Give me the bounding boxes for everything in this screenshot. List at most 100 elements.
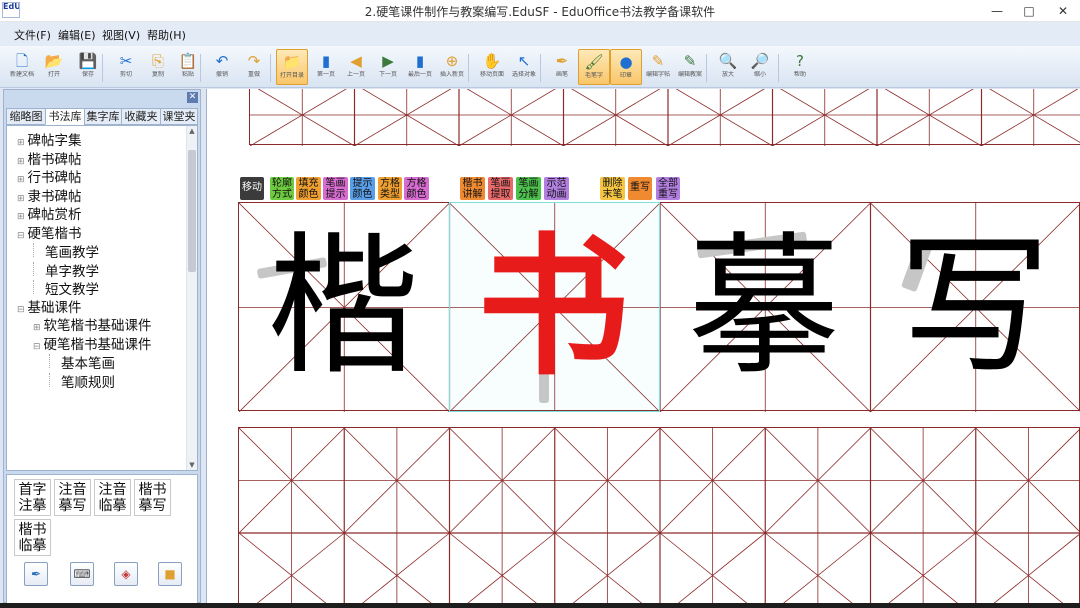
- tree-item[interactable]: ⊟ 基础课件: [17, 299, 82, 319]
- expand-icon[interactable]: [33, 243, 39, 257]
- chip-line2: 重写: [658, 189, 678, 200]
- tab-3[interactable]: 收藏夹: [121, 108, 161, 125]
- add-page-button[interactable]: ⊕ 插入新页: [436, 49, 468, 85]
- pointer-button[interactable]: ↖ 选择对象: [508, 49, 540, 85]
- cut-button[interactable]: ✂ 剪切: [110, 49, 142, 85]
- tab-4[interactable]: 课堂夹: [160, 108, 198, 125]
- practice-character[interactable]: 摹: [660, 203, 868, 411]
- copy-button[interactable]: ⎘ 复制: [142, 49, 174, 85]
- action-chip[interactable]: 方格 类型: [378, 177, 402, 200]
- action-chip[interactable]: 方格 颜色: [404, 177, 429, 200]
- action-chip[interactable]: 移动: [240, 177, 264, 200]
- edit-template-button[interactable]: ✎ 编辑字帖: [642, 49, 674, 85]
- expand-icon[interactable]: [33, 280, 39, 294]
- scroll-down-icon[interactable]: ▼: [187, 461, 197, 469]
- color-icon[interactable]: ■: [158, 562, 182, 586]
- minimize-button[interactable]: —: [982, 0, 1012, 22]
- page-first-button[interactable]: ▮ 第一页: [310, 49, 342, 85]
- scroll-up-icon[interactable]: ▲: [187, 127, 197, 135]
- action-chip[interactable]: 楷书 讲解: [460, 177, 485, 200]
- scroll-thumb[interactable]: [188, 150, 196, 272]
- save-button[interactable]: 💾 保存: [72, 49, 104, 85]
- action-chip[interactable]: 笔画 提取: [488, 177, 513, 200]
- template-thumbnail[interactable]: 注音 临摹: [94, 479, 131, 516]
- sidebar-close-icon[interactable]: ✕: [187, 92, 198, 103]
- fill-icon[interactable]: ◈: [114, 562, 138, 586]
- help-button[interactable]: ? 帮助: [784, 49, 816, 85]
- action-chip[interactable]: 填充 颜色: [296, 177, 321, 200]
- action-chip[interactable]: 笔画 提示: [323, 177, 348, 200]
- tree-item[interactable]: ⊟ 硬笔楷书: [17, 225, 82, 245]
- tree-item[interactable]: 笔画教学: [33, 243, 99, 262]
- redo-button[interactable]: ↷ 重做: [238, 49, 270, 85]
- tree-item[interactable]: 基本笔画: [49, 354, 115, 373]
- expand-icon[interactable]: ⊟: [17, 231, 25, 241]
- action-chip[interactable]: 轮廓 方式: [270, 177, 294, 200]
- action-chip[interactable]: 全部 重写: [656, 177, 680, 200]
- action-chip[interactable]: 删除 末笔: [600, 177, 625, 200]
- tree-scrollbar[interactable]: ▲ ▼: [186, 126, 197, 470]
- pen-button[interactable]: ✒ 画笔: [546, 49, 578, 85]
- tree-item[interactable]: 笔顺规则: [49, 372, 115, 392]
- tab-2[interactable]: 集字库: [84, 108, 122, 125]
- page-prev-button[interactable]: ◀ 上一页: [340, 49, 372, 85]
- toolbar-label: 打开目录: [279, 72, 304, 79]
- zoom-in-button[interactable]: 🔍 放大: [712, 49, 744, 85]
- action-chip[interactable]: 提示 颜色: [350, 177, 375, 200]
- tree-item[interactable]: ⊞ 碑帖字集: [17, 132, 82, 152]
- tab-1[interactable]: 书法库: [45, 108, 85, 125]
- tree-item[interactable]: 单字教学: [33, 261, 99, 281]
- expand-icon[interactable]: ⊞: [17, 212, 25, 222]
- practice-character[interactable]: 书: [450, 203, 658, 411]
- tree-item[interactable]: ⊞ 碑帖赏析: [17, 206, 82, 226]
- menu-edit[interactable]: 编辑(E): [58, 27, 96, 43]
- chip-line2: 颜色: [352, 189, 373, 200]
- page-next-button[interactable]: ▶ 下一页: [372, 49, 404, 85]
- menu-file[interactable]: 文件(F): [14, 27, 51, 43]
- new-file-button[interactable]: 🗋 新建文档: [6, 49, 38, 85]
- tree-item[interactable]: ⊞ 隶书碑帖: [17, 188, 82, 208]
- template-thumbnail[interactable]: 楷书 摹写: [134, 479, 171, 516]
- expand-icon[interactable]: [49, 354, 55, 368]
- stamp-button[interactable]: ● 印章: [610, 49, 642, 85]
- action-chip[interactable]: 示范 动画: [544, 177, 569, 200]
- template-thumbnail[interactable]: 首字 注摹: [14, 479, 51, 516]
- expand-icon[interactable]: ⊞: [17, 157, 25, 167]
- menu-view[interactable]: 视图(V): [102, 27, 140, 43]
- maximize-button[interactable]: □: [1014, 0, 1044, 22]
- practice-character[interactable]: 写: [871, 203, 1079, 411]
- tree-item[interactable]: ⊞ 行书碑帖: [17, 169, 82, 189]
- open-folder-button[interactable]: 📂 打开: [38, 49, 70, 85]
- hand-button[interactable]: ✋ 移动页面: [476, 49, 508, 85]
- practice-character[interactable]: 楷: [239, 203, 447, 411]
- zoom-out-button[interactable]: 🔎 缩小: [744, 49, 776, 85]
- tree-item[interactable]: ⊞ 软笔楷书基础课件: [33, 317, 152, 337]
- template-thumbnail[interactable]: 楷书 临摹: [14, 519, 51, 556]
- keyboard-icon[interactable]: ⌨: [70, 562, 94, 586]
- tree-item[interactable]: ⊞ 楷书碑帖: [17, 151, 82, 171]
- document-canvas[interactable]: 移动 轮廓 方式 填充 颜色 笔画 提示 提示 颜色 方格 类型 方格 颜色 楷书 讲解 笔画 提取 笔画 分解 示范…: [206, 89, 1080, 603]
- menu-help[interactable]: 帮助(H): [147, 27, 186, 43]
- action-chip[interactable]: 笔画 分解: [516, 177, 541, 200]
- page-last-button[interactable]: ▮ 最后一页: [404, 49, 436, 85]
- expand-icon[interactable]: ⊞: [33, 323, 41, 333]
- close-button[interactable]: ✕: [1048, 0, 1078, 22]
- action-chip[interactable]: 重写: [628, 177, 652, 200]
- pen-tool-icon[interactable]: ✒: [24, 562, 48, 586]
- expand-icon[interactable]: ⊟: [33, 342, 41, 352]
- tree-item[interactable]: ⊟ 硬笔楷书基础课件: [33, 336, 152, 356]
- expand-icon[interactable]: ⊞: [17, 194, 25, 204]
- brush-button[interactable]: 🖌 毛笔字: [578, 49, 610, 85]
- edit-doc-button[interactable]: ✎ 编辑教案: [674, 49, 706, 85]
- template-thumbnail[interactable]: 注音 摹写: [54, 479, 91, 516]
- expand-icon[interactable]: [49, 372, 55, 387]
- expand-icon[interactable]: [33, 261, 39, 276]
- expand-icon[interactable]: ⊞: [17, 175, 25, 185]
- tab-0[interactable]: 缩略图: [6, 108, 46, 125]
- expand-icon[interactable]: ⊟: [17, 305, 25, 315]
- undo-button[interactable]: ↶ 撤销: [206, 49, 238, 85]
- tree-item[interactable]: 短文教学: [33, 280, 99, 299]
- folder-open-button[interactable]: 📁 打开目录: [276, 49, 308, 85]
- expand-icon[interactable]: ⊞: [17, 138, 25, 148]
- tree-item-label: 短文教学: [45, 282, 99, 298]
